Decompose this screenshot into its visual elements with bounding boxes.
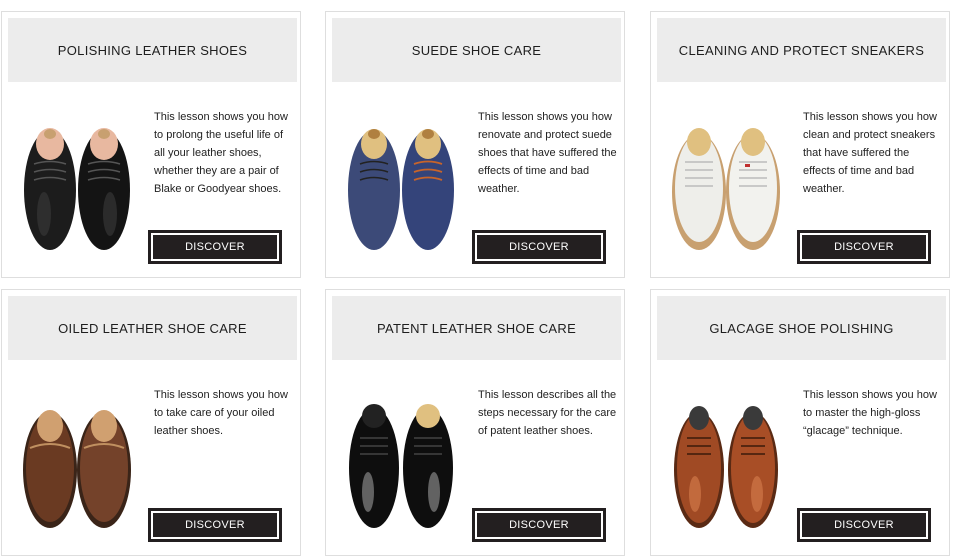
- discover-button[interactable]: DISCOVER: [797, 230, 931, 264]
- card-header: PATENT LEATHER SHOE CARE: [332, 296, 621, 360]
- card-description: This lesson shows you how renovate and p…: [478, 111, 617, 195]
- card-description: This lesson shows you how clean and prot…: [803, 111, 937, 195]
- card-title: SUEDE SHOE CARE: [411, 42, 542, 58]
- card-description: This lesson shows you how to prolong the…: [154, 111, 288, 195]
- lesson-card-polishing: POLISHING LEATHER SHOES This lesson show…: [1, 11, 301, 278]
- card-header: CLEANING AND PROTECT SNEAKERS: [657, 18, 946, 82]
- blue-suede-shoes-image: [340, 104, 462, 254]
- card-description: This lesson shows you how to master the …: [803, 389, 937, 437]
- tan-leather-shoes-image: [665, 382, 787, 532]
- lesson-card-patent-leather: PATENT LEATHER SHOE CARE This lesson des…: [325, 289, 625, 556]
- discover-button[interactable]: DISCOVER: [148, 508, 282, 542]
- right-shoe: [77, 410, 131, 528]
- card-header: GLACAGE SHOE POLISHING: [657, 296, 946, 360]
- black-patent-shoes-image: [340, 382, 462, 532]
- lesson-card-glacage: GLACAGE SHOE POLISHING This lesson shows…: [650, 289, 950, 556]
- discover-button[interactable]: DISCOVER: [797, 508, 931, 542]
- brown-boat-shoes-image: [16, 382, 138, 532]
- black-leather-shoes-image: [16, 104, 138, 254]
- left-shoe: [24, 128, 76, 250]
- discover-button[interactable]: DISCOVER: [472, 508, 606, 542]
- card-title: GLACAGE SHOE POLISHING: [709, 320, 894, 336]
- card-title: CLEANING AND PROTECT SNEAKERS: [678, 42, 925, 58]
- left-shoe: [23, 410, 77, 528]
- discover-button[interactable]: DISCOVER: [472, 230, 606, 264]
- right-shoe: [728, 406, 778, 528]
- card-description: This lesson describes all the steps nece…: [478, 389, 617, 437]
- card-title: OILED LEATHER SHOE CARE: [58, 320, 247, 336]
- card-title: POLISHING LEATHER SHOES: [57, 42, 248, 58]
- card-header: POLISHING LEATHER SHOES: [8, 18, 297, 82]
- card-description: This lesson shows you how to take care o…: [154, 389, 288, 437]
- discover-button[interactable]: DISCOVER: [148, 230, 282, 264]
- left-shoe: [348, 129, 400, 250]
- left-shoe: [672, 128, 726, 250]
- card-title: PATENT LEATHER SHOE CARE: [376, 320, 577, 336]
- card-header: OILED LEATHER SHOE CARE: [8, 296, 297, 360]
- right-shoe: [403, 404, 453, 528]
- card-header: SUEDE SHOE CARE: [332, 18, 621, 82]
- right-shoe: [78, 128, 130, 250]
- white-sneakers-image: [665, 104, 787, 254]
- left-shoe: [349, 404, 399, 528]
- lesson-card-oiled-leather: OILED LEATHER SHOE CARE This lesson show…: [1, 289, 301, 556]
- lesson-card-suede: SUEDE SHOE CARE This lesson shows you ho…: [325, 11, 625, 278]
- right-shoe: [402, 129, 454, 250]
- lesson-card-sneakers: CLEANING AND PROTECT SNEAKERS This lesso…: [650, 11, 950, 278]
- left-shoe: [674, 406, 724, 528]
- right-shoe: [726, 128, 780, 250]
